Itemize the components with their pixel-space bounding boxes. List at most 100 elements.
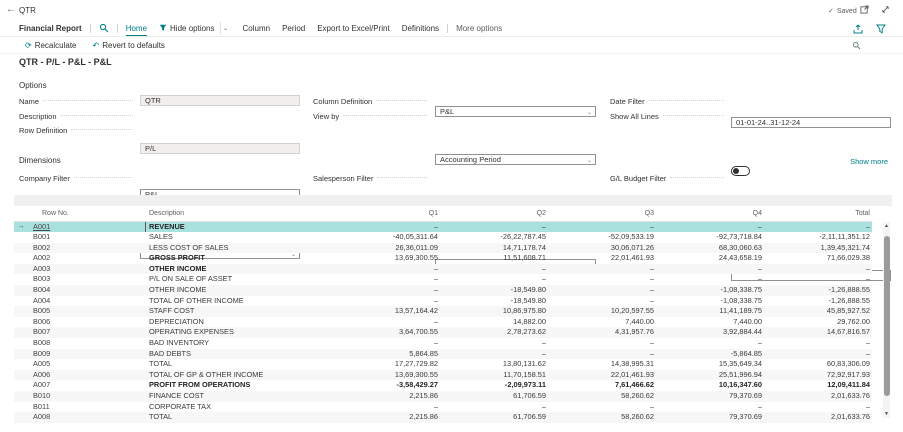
scroll-up-icon[interactable]: ▲ (883, 222, 890, 230)
value-cell-total[interactable]: -2,11,11,351.12 (764, 232, 872, 243)
value-cell-q4[interactable]: – (656, 274, 764, 285)
col-header-row-no[interactable]: Row No. (28, 206, 145, 221)
context-menu-label[interactable]: Financial Report (19, 24, 82, 33)
value-cell-total[interactable]: -1,26,888.55 (764, 296, 872, 307)
value-cell-q4[interactable]: – (656, 264, 764, 275)
value-cell-total[interactable]: 12,09,411.84 (764, 380, 872, 391)
value-cell-q3[interactable]: – (548, 338, 656, 349)
table-row[interactable]: A007PROFIT FROM OPERATIONS-3,58,429.27-2… (14, 380, 872, 391)
value-cell-total[interactable]: – (764, 338, 872, 349)
value-cell-q4[interactable]: -1,08,338.75 (656, 285, 764, 296)
value-cell-q4[interactable]: 25,51,996.94 (656, 370, 764, 381)
value-cell-q1[interactable]: 2,215.86 (354, 391, 440, 402)
value-cell-q2[interactable]: 61,706.59 (440, 412, 548, 423)
open-in-new-window-icon[interactable] (860, 5, 869, 14)
value-cell-q1[interactable]: – (354, 338, 440, 349)
share-icon[interactable] (853, 24, 863, 34)
value-cell-total[interactable]: 29,762.00 (764, 317, 872, 328)
chevron-down-icon[interactable]: ⌄ (587, 109, 592, 116)
col-header-description[interactable]: Description (145, 206, 354, 221)
row-no-cell[interactable]: B008 (28, 338, 145, 349)
value-cell-q2[interactable]: 10,86,975.80 (440, 306, 548, 317)
value-cell-q3[interactable]: 10,20,597.55 (548, 306, 656, 317)
value-cell-q4[interactable]: 11,41,189.75 (656, 306, 764, 317)
tab-home[interactable]: Home (126, 24, 147, 33)
value-cell-q1[interactable]: 2,215.86 (354, 412, 440, 423)
value-cell-total[interactable]: – (764, 221, 872, 232)
value-cell-q3[interactable]: 22,01,461.93 (548, 253, 656, 264)
menu-item-export[interactable]: Export to Excel/Print (317, 24, 389, 33)
value-cell-q3[interactable]: 14,38,995.31 (548, 359, 656, 370)
value-cell-total[interactable]: – (764, 264, 872, 275)
value-cell-q1[interactable]: – (354, 317, 440, 328)
row-no-cell[interactable]: B006 (28, 317, 145, 328)
table-row[interactable]: A005TOTAL17,27,729.8213,80,131.6214,38,9… (14, 359, 872, 370)
value-cell-q4[interactable]: 79,370.69 (656, 391, 764, 402)
table-row[interactable]: B008BAD INVENTORY––––– (14, 338, 872, 349)
table-row[interactable]: →A001REVENUE––––– (14, 221, 872, 232)
row-no-cell[interactable]: B007 (28, 327, 145, 338)
description-cell[interactable]: FINANCE COST (145, 391, 354, 402)
recalculate-button[interactable]: ⟳ Recalculate (25, 41, 77, 50)
value-cell-q3[interactable]: 58,260.62 (548, 391, 656, 402)
table-row[interactable]: B001SALES-40,05,311.64-26,22,787.45-52,0… (14, 232, 872, 243)
value-cell-q2[interactable]: – (440, 402, 548, 413)
table-row[interactable]: B003P/L ON SALE OF ASSET––––– (14, 274, 872, 285)
value-cell-q3[interactable]: 22,01,461.93 (548, 370, 656, 381)
table-row[interactable]: B007OPERATING EXPENSES3,64,700.552,78,27… (14, 327, 872, 338)
value-cell-q3[interactable]: 58,260.62 (548, 412, 656, 423)
value-cell-q3[interactable]: – (548, 274, 656, 285)
row-no-cell[interactable]: A008 (28, 412, 145, 423)
value-cell-total[interactable]: 1,39,45,321.74 (764, 243, 872, 254)
table-row[interactable]: B009BAD DEBTS5,864.85––-5,864.85– (14, 349, 872, 360)
date-filter-field[interactable]: 01-01-24..31-12-24 (731, 117, 891, 128)
description-cell[interactable]: LESS COST OF SALES (145, 243, 354, 254)
chevron-down-icon[interactable]: ⌄ (220, 22, 231, 34)
value-cell-q2[interactable]: -18,549.80 (440, 285, 548, 296)
value-cell-q2[interactable]: – (440, 349, 548, 360)
description-cell[interactable]: REVENUE (145, 221, 354, 232)
row-no-cell[interactable]: B011 (28, 402, 145, 413)
description-cell[interactable]: OPERATING EXPENSES (145, 327, 354, 338)
value-cell-total[interactable]: 45,85,927.52 (764, 306, 872, 317)
value-cell-q3[interactable]: – (548, 402, 656, 413)
table-row[interactable]: B011CORPORATE TAX––––– (14, 402, 872, 413)
search-icon[interactable] (99, 23, 109, 33)
value-cell-q3[interactable]: 7,61,466.62 (548, 380, 656, 391)
revert-to-defaults-button[interactable]: ↶ Revert to defaults (93, 41, 165, 50)
table-row[interactable]: A004TOTAL OF OTHER INCOME–-18,549.80–-1,… (14, 296, 872, 307)
value-cell-q1[interactable]: – (354, 285, 440, 296)
chevron-down-icon[interactable]: ⌄ (587, 157, 592, 164)
col-header-total[interactable]: Total (764, 206, 872, 221)
value-cell-q1[interactable]: 3,64,700.55 (354, 327, 440, 338)
value-cell-q2[interactable]: 14,71,178.74 (440, 243, 548, 254)
back-arrow-icon[interactable]: ← (6, 4, 16, 15)
value-cell-total[interactable]: 72,92,917.93 (764, 370, 872, 381)
value-cell-q2[interactable]: – (440, 338, 548, 349)
description-cell[interactable]: DEPRECIATION (145, 317, 354, 328)
menu-item-column[interactable]: Column (243, 24, 271, 33)
value-cell-q3[interactable]: 4,31,957.76 (548, 327, 656, 338)
value-cell-total[interactable]: 71,66,029.38 (764, 253, 872, 264)
description-cell[interactable]: SALES (145, 232, 354, 243)
value-cell-q1[interactable]: 5,864.85 (354, 349, 440, 360)
menu-item-hide-options[interactable]: Hide options ⌄ (159, 22, 230, 34)
value-cell-q3[interactable]: – (548, 296, 656, 307)
value-cell-q2[interactable]: -2,09,973.11 (440, 380, 548, 391)
table-row[interactable]: B010FINANCE COST2,215.8661,706.5958,260.… (14, 391, 872, 402)
value-cell-q4[interactable]: -92,73,718.84 (656, 232, 764, 243)
col-header-q4[interactable]: Q4 (656, 206, 764, 221)
value-cell-q2[interactable]: 11,51,608.71 (440, 253, 548, 264)
menu-item-period[interactable]: Period (282, 24, 305, 33)
value-cell-q1[interactable]: 26,36,011.09 (354, 243, 440, 254)
row-no-cell[interactable]: B004 (28, 285, 145, 296)
value-cell-q2[interactable]: – (440, 264, 548, 275)
value-cell-total[interactable]: 60,83,306.09 (764, 359, 872, 370)
value-cell-q2[interactable]: – (440, 274, 548, 285)
row-no-cell[interactable]: B010 (28, 391, 145, 402)
description-cell[interactable]: OTHER INCOME (145, 264, 354, 275)
description-cell[interactable]: TOTAL (145, 412, 354, 423)
value-cell-q1[interactable]: 13,69,300.55 (354, 253, 440, 264)
description-cell[interactable]: TOTAL (145, 359, 354, 370)
value-cell-q4[interactable]: 10,16,347.60 (656, 380, 764, 391)
